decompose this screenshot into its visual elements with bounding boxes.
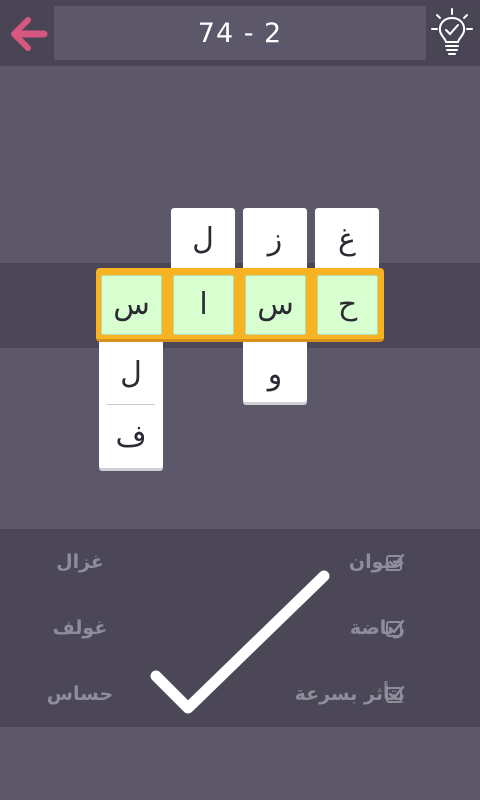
tile-letter: ل [192,222,214,257]
letter-column[interactable]: ل ف [99,340,163,468]
hint-button[interactable] [428,6,476,60]
checkbox-checked-icon [386,553,405,571]
checkbox-checked-icon [386,619,405,637]
answer-cell[interactable]: ح [317,275,378,335]
letter-tile[interactable]: و [243,340,307,402]
tile-letter: ل [120,356,142,391]
answer-cell[interactable]: س [101,275,162,335]
clue-answer: حساس [46,683,114,705]
tile-letter: ز [267,222,283,257]
top-bar: 74 - 2 [0,0,480,66]
clue-answer: غولف [52,617,108,639]
tile-letter: غ [338,222,356,257]
tile-letter: ف [115,419,147,454]
checkbox-checked-icon [386,685,405,703]
answer-cell[interactable]: ا [173,275,234,335]
lightbulb-check-icon [431,8,473,55]
answer-row: س ا س ح [96,268,384,342]
clue-answer: غزال [56,551,104,573]
level-indicator: 74 - 2 [54,6,426,60]
tile-letter: و [267,357,283,392]
letter-tile[interactable]: ل [171,208,235,272]
success-checkmark-icon [150,570,330,714]
answer-cell[interactable]: س [245,275,306,335]
arrow-left-icon [11,17,48,51]
level-label: 74 - 2 [197,17,283,49]
letter-tile[interactable]: غ [315,208,379,272]
back-button[interactable] [6,12,50,56]
letter-tile[interactable]: ز [243,208,307,272]
